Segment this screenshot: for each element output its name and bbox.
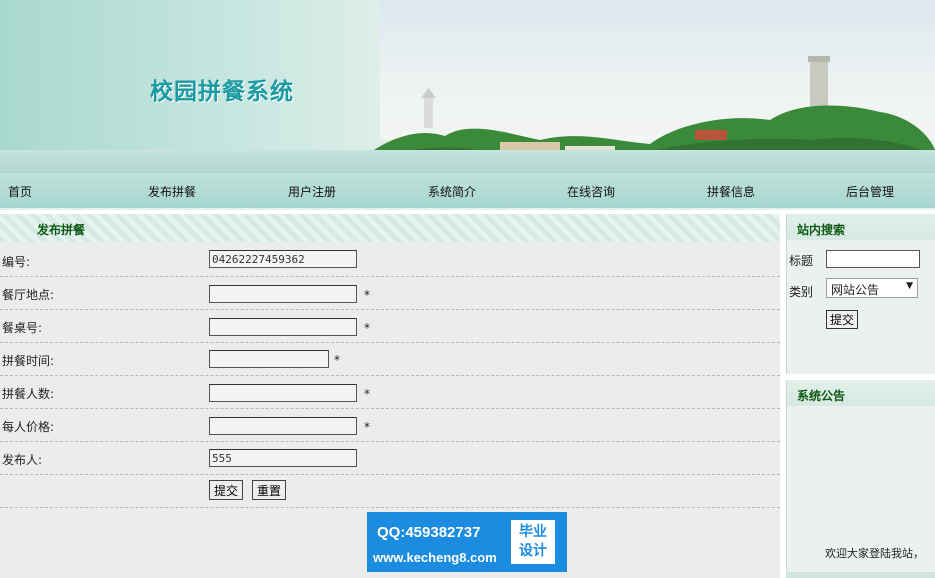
field-label: 拼餐人数: [2, 387, 55, 401]
system-notice-panel: 系统公告 欢迎大家登陆我站， [786, 380, 935, 572]
nav-item-consult[interactable]: 在线咨询 [567, 183, 615, 200]
watermark-badge: 毕业 设计 [511, 520, 555, 564]
banner-sea [0, 150, 935, 173]
nav-item-about[interactable]: 系统简介 [428, 183, 476, 200]
notice-panel-header: 系统公告 [787, 380, 935, 406]
category-selected-value: 网站公告 [831, 283, 880, 297]
nav-item-admin[interactable]: 后台管理 [846, 183, 894, 200]
search-panel-header: 站内搜索 [787, 214, 935, 240]
required-marker: * [364, 387, 370, 401]
search-panel-title: 站内搜索 [797, 223, 846, 237]
header-banner: 校园拼餐系统 [0, 0, 935, 173]
form-row-people: 拼餐人数: * [0, 375, 780, 409]
required-marker: * [364, 321, 370, 335]
main-nav: 首页 发布拼餐 用户注册 系统简介 在线咨询 拼餐信息 后台管理 [0, 173, 935, 210]
required-marker: * [364, 288, 370, 302]
nav-item-publish[interactable]: 发布拼餐 [148, 183, 196, 200]
publisher-field[interactable] [209, 449, 357, 467]
badge-line-2: 设计 [519, 543, 547, 559]
watermark-site: www.kecheng8.com [373, 550, 497, 565]
site-search-panel: 站内搜索 标题 类别 网站公告 ▼ 提交 [786, 214, 935, 374]
chevron-down-icon: ▼ [906, 281, 913, 291]
required-marker: * [364, 420, 370, 434]
table-number-field[interactable] [209, 318, 357, 336]
search-category-label: 类别 [789, 285, 814, 299]
sidebar-bottom-bar [786, 572, 935, 578]
search-submit-button[interactable]: 提交 [826, 310, 859, 329]
nav-item-home[interactable]: 首页 [8, 183, 32, 200]
form-row-actions [0, 474, 780, 508]
panel-title: 发布拼餐 [37, 223, 86, 237]
field-label: 拼餐时间: [2, 354, 55, 368]
form-row-table: 餐桌号: * [0, 309, 780, 343]
panel-header: 发布拼餐 [0, 214, 780, 242]
notice-scroll-text: 欢迎大家登陆我站， [825, 547, 924, 560]
id-field[interactable] [209, 250, 357, 268]
form-row-time: 拼餐时间: * [0, 342, 780, 376]
reset-button[interactable]: 重置 [252, 480, 287, 500]
people-count-field[interactable] [209, 384, 357, 402]
required-marker: * [334, 353, 340, 367]
watermark-qq: QQ:459382737 [377, 524, 481, 541]
price-per-person-field[interactable] [209, 417, 357, 435]
location-field[interactable] [209, 285, 357, 303]
field-label: 每人价格: [2, 420, 55, 434]
category-select[interactable]: 网站公告 ▼ [826, 278, 918, 298]
form-row-publisher: 发布人: [0, 441, 780, 475]
nav-item-register[interactable]: 用户注册 [288, 183, 336, 200]
search-title-input[interactable] [826, 250, 920, 268]
site-title: 校园拼餐系统 [150, 78, 294, 105]
field-label: 餐桌号: [2, 321, 43, 335]
field-label: 餐厅地点: [2, 288, 55, 302]
field-label: 发布人: [2, 453, 43, 467]
form-row-id: 编号: [0, 243, 780, 277]
meal-time-field[interactable] [209, 350, 329, 368]
form-row-price: 每人价格: * [0, 408, 780, 442]
badge-line-1: 毕业 [519, 524, 547, 540]
notice-panel-title: 系统公告 [797, 389, 846, 403]
nav-item-meal-info[interactable]: 拼餐信息 [707, 183, 755, 200]
watermark-banner: QQ:459382737 www.kecheng8.com 毕业 设计 [367, 512, 567, 572]
submit-button[interactable]: 提交 [209, 480, 244, 500]
field-label: 编号: [2, 255, 31, 269]
search-title-label: 标题 [789, 254, 814, 268]
form-row-location: 餐厅地点: * [0, 276, 780, 310]
